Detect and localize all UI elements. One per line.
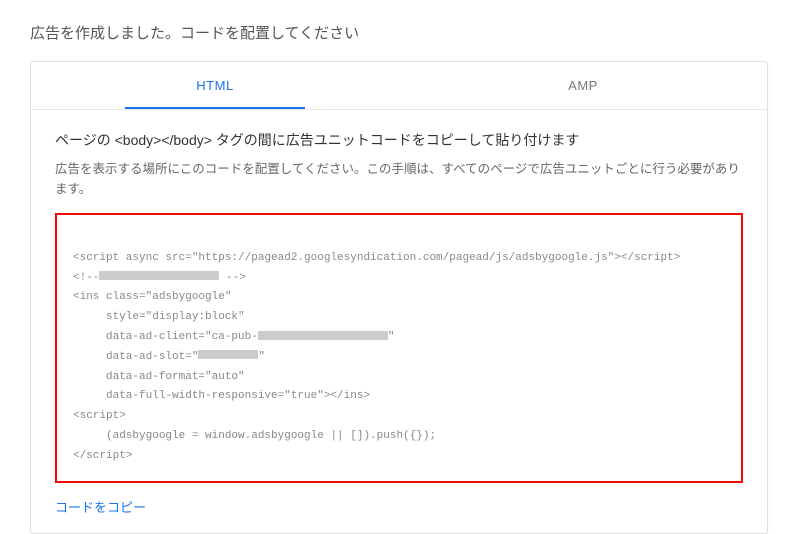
code-line: </script>: [73, 450, 132, 462]
code-line: style="display:block": [73, 311, 245, 323]
code-line: (adsbygoogle = window.adsbygoogle || [])…: [73, 430, 436, 442]
code-line: <script>: [73, 410, 126, 422]
page-title: 広告を作成しました。コードを配置してください: [0, 0, 798, 61]
code-line: data-ad-slot="": [73, 351, 265, 363]
code-card: HTML AMP ページの <body></body> タグの間に広告ユニットコ…: [30, 61, 768, 534]
tab-content: ページの <body></body> タグの間に広告ユニットコードをコピーして貼…: [31, 110, 767, 533]
code-box: <script async src="https://pagead2.googl…: [55, 213, 743, 483]
redacted: [198, 350, 258, 359]
code-line: <ins class="adsbygoogle": [73, 291, 231, 303]
code-line: <!-- -->: [73, 272, 246, 284]
tab-amp[interactable]: AMP: [399, 62, 767, 109]
copy-code-link[interactable]: コードをコピー: [55, 497, 146, 516]
code-line: data-ad-format="auto": [73, 371, 245, 383]
code-line: data-full-width-responsive="true"></ins>: [73, 390, 370, 402]
section-title: ページの <body></body> タグの間に広告ユニットコードをコピーして貼…: [55, 130, 743, 151]
redacted: [99, 271, 219, 280]
code-line: <script async src="https://pagead2.googl…: [73, 252, 680, 264]
code-line: data-ad-client="ca-pub-": [73, 331, 394, 343]
tabs: HTML AMP: [31, 62, 767, 110]
tab-html[interactable]: HTML: [31, 62, 399, 109]
section-desc: 広告を表示する場所にこのコードを配置してください。この手順は、すべてのページで広…: [55, 159, 743, 199]
redacted: [258, 331, 388, 340]
